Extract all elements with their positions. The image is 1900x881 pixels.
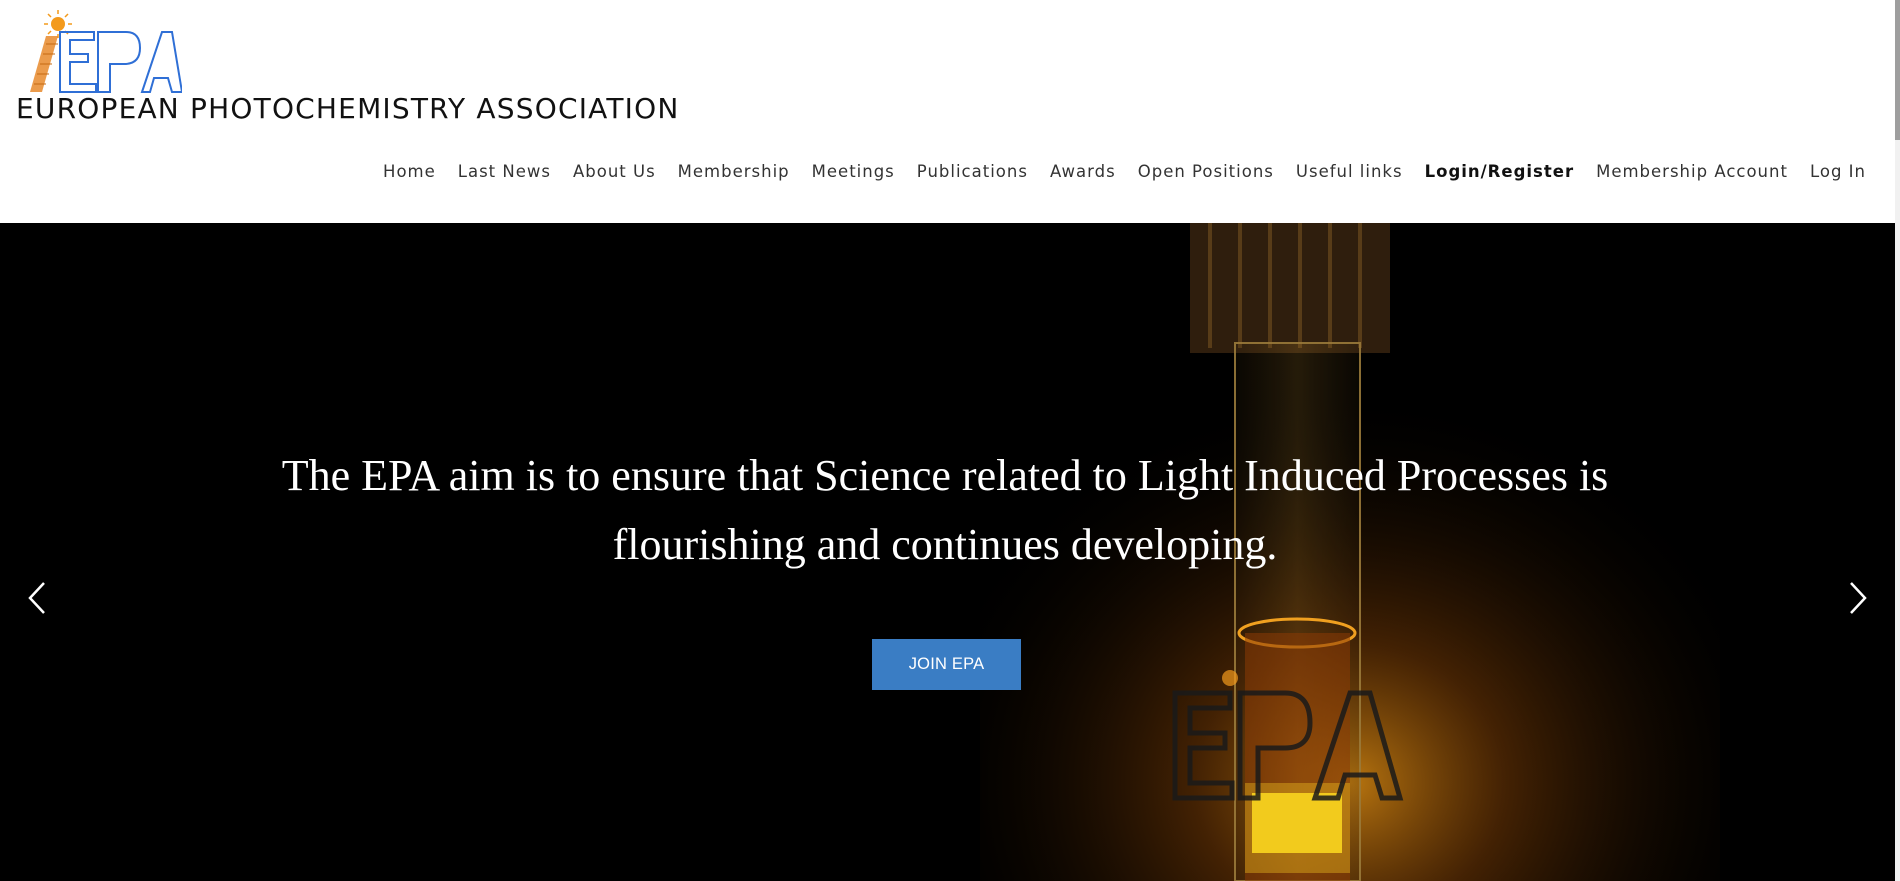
sun-icon: [44, 10, 72, 38]
nav-item-membership-account[interactable]: Membership Account: [1585, 162, 1799, 181]
main-nav: Home Last News About Us Membership Meeti…: [372, 162, 1877, 181]
hero-slider: The EPA aim is to ensure that Science re…: [0, 223, 1895, 881]
join-epa-button[interactable]: JOIN EPA: [872, 639, 1021, 690]
site-header: EUROPEAN PHOTOCHEMISTRY ASSOCIATION Home…: [0, 0, 1895, 223]
nav-item-membership[interactable]: Membership: [667, 162, 801, 181]
nav-item-last-news[interactable]: Last News: [447, 162, 562, 181]
chevron-left-icon: [28, 582, 45, 614]
page-scrollbar[interactable]: [1895, 0, 1900, 881]
nav-item-awards[interactable]: Awards: [1039, 162, 1127, 181]
nav-item-useful-links[interactable]: Useful links: [1285, 162, 1414, 181]
epa-logo[interactable]: [16, 4, 182, 96]
slider-prev-button[interactable]: [18, 573, 58, 623]
nav-item-meetings[interactable]: Meetings: [801, 162, 906, 181]
scrollbar-thumb[interactable]: [1895, 0, 1900, 140]
nav-item-open-positions[interactable]: Open Positions: [1127, 162, 1285, 181]
nav-item-log-in[interactable]: Log In: [1799, 162, 1877, 181]
site-title[interactable]: EUROPEAN PHOTOCHEMISTRY ASSOCIATION: [16, 92, 680, 125]
nav-item-about-us[interactable]: About Us: [562, 162, 667, 181]
nav-item-login-register[interactable]: Login/Register: [1414, 162, 1586, 181]
hero-headline: The EPA aim is to ensure that Science re…: [281, 451, 1609, 569]
nav-item-home[interactable]: Home: [372, 162, 447, 181]
slider-next-button[interactable]: [1837, 573, 1877, 623]
chevron-right-icon: [1850, 582, 1867, 614]
nav-item-publications[interactable]: Publications: [906, 162, 1039, 181]
